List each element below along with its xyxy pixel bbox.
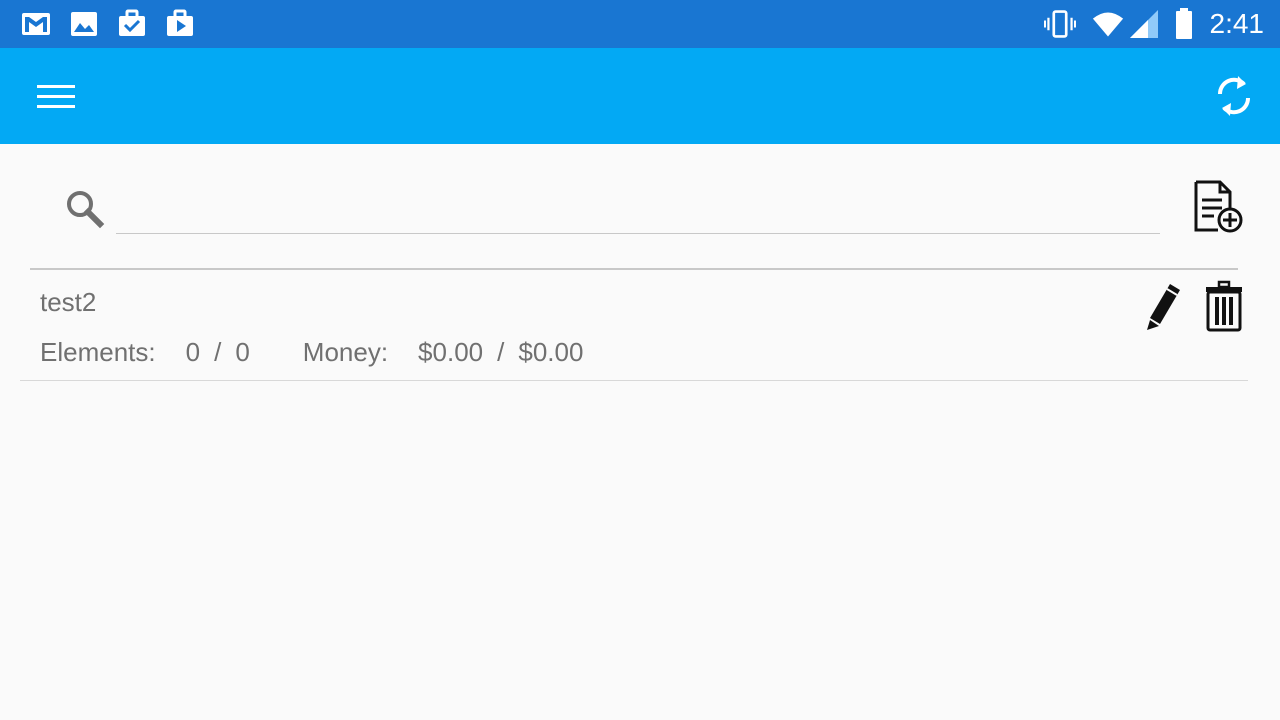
- search-input[interactable]: [116, 184, 1160, 234]
- search-icon: [67, 191, 105, 229]
- add-document-icon[interactable]: [1188, 178, 1248, 238]
- money-separator: /: [497, 337, 505, 367]
- elements-done: 0: [185, 337, 201, 367]
- trash-icon[interactable]: [1200, 280, 1248, 334]
- play-store-icon: [167, 9, 193, 36]
- money-label: Money:: [302, 337, 389, 367]
- battery-icon: [1176, 8, 1192, 39]
- item-stats: Elements: 0 / 0 Money: $0.00 / $0.00: [40, 336, 583, 368]
- item-title: test2: [40, 287, 97, 317]
- task-done-icon: [119, 9, 145, 36]
- money-total: $0.00: [518, 337, 584, 367]
- pencil-icon[interactable]: [1140, 280, 1188, 332]
- photos-icon: [71, 12, 97, 36]
- sync-icon[interactable]: [1210, 72, 1258, 120]
- list-item[interactable]: test2 Elements: 0 / 0 Money: $0.00 / $0.00: [20, 270, 1248, 381]
- elements-total: 0: [235, 337, 250, 367]
- search-row: [0, 144, 1280, 268]
- elements-separator: /: [214, 337, 222, 367]
- elements-label: Elements:: [40, 337, 156, 367]
- hamburger-menu-icon[interactable]: [32, 76, 80, 116]
- status-time: 2:41: [1209, 8, 1265, 39]
- wifi-icon: [1092, 12, 1124, 37]
- app-bar: [0, 48, 1280, 144]
- vibrate-icon: [1044, 10, 1076, 38]
- status-bar: 2:41: [0, 0, 1280, 48]
- cell-signal-icon: [1130, 10, 1158, 38]
- money-spent: $0.00: [418, 337, 484, 367]
- gmail-icon: [22, 13, 50, 35]
